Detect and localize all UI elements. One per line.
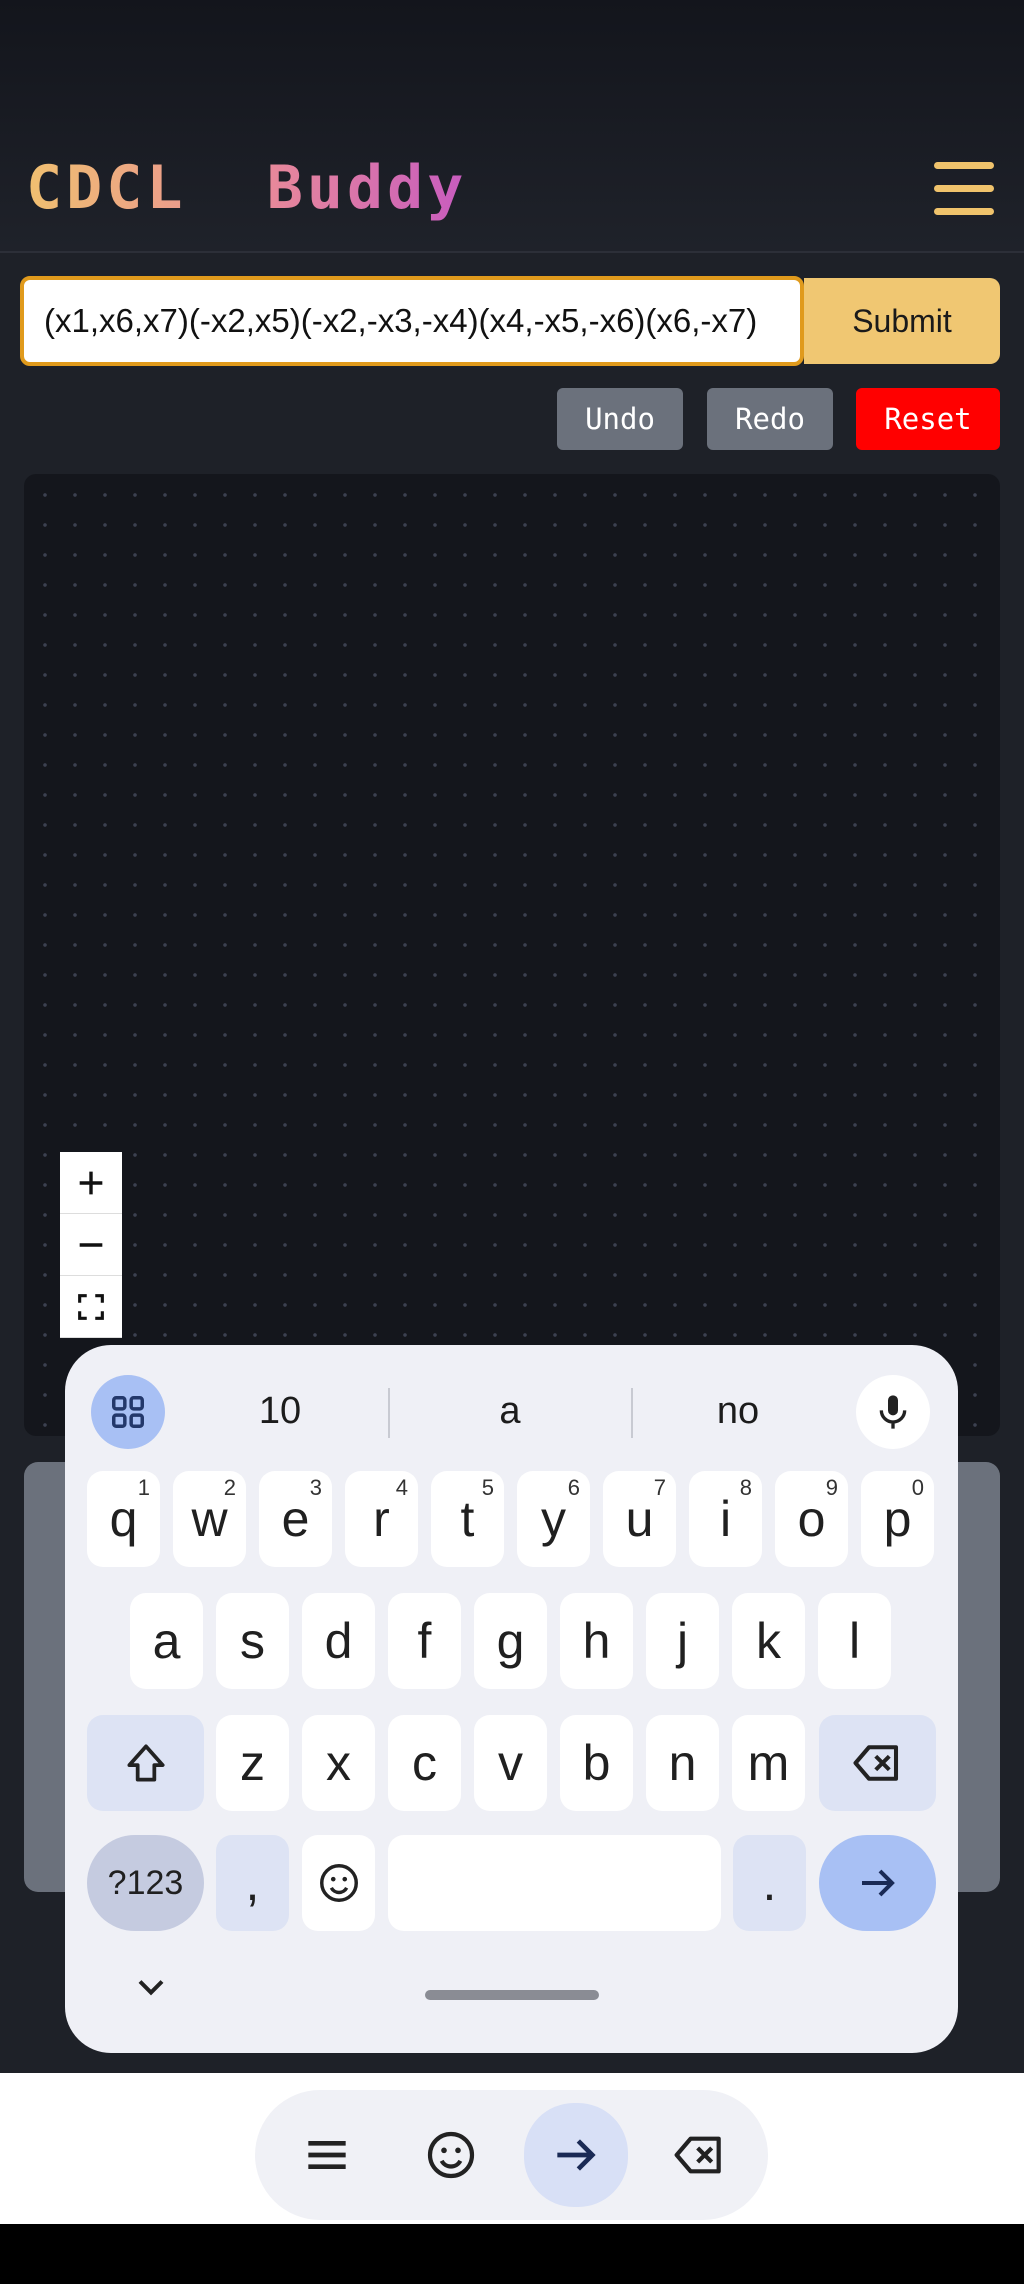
backspace-icon[interactable] bbox=[650, 2110, 750, 2200]
emoji-icon[interactable] bbox=[401, 2110, 501, 2200]
key-d[interactable]: d bbox=[302, 1593, 375, 1689]
key-g[interactable]: g bbox=[474, 1593, 547, 1689]
fullscreen-icon bbox=[78, 1293, 104, 1320]
arrow-right-icon bbox=[861, 1869, 895, 1897]
redo-button[interactable]: Redo bbox=[707, 388, 833, 450]
reset-button[interactable]: Reset bbox=[856, 388, 1000, 450]
key-q[interactable]: q1 bbox=[87, 1471, 160, 1567]
keyboard-drag-handle[interactable] bbox=[425, 1990, 599, 2000]
key-l[interactable]: l bbox=[818, 1593, 891, 1689]
emoji-icon bbox=[319, 1864, 358, 1902]
zoom-in-button[interactable] bbox=[60, 1152, 122, 1214]
key-v[interactable]: v bbox=[474, 1715, 547, 1811]
key-k[interactable]: k bbox=[732, 1593, 805, 1689]
formula-input[interactable] bbox=[20, 276, 804, 366]
key-u[interactable]: u7 bbox=[603, 1471, 676, 1567]
backspace-key[interactable] bbox=[819, 1715, 936, 1811]
menu-lines-icon[interactable] bbox=[277, 2110, 377, 2200]
app-header: CDCL Buddy bbox=[0, 0, 1024, 253]
key-s[interactable]: s bbox=[216, 1593, 289, 1689]
comma-key[interactable]: , bbox=[216, 1835, 289, 1931]
plus-icon bbox=[79, 1171, 103, 1194]
key-o[interactable]: o9 bbox=[775, 1471, 848, 1567]
suggestion-2[interactable]: a bbox=[435, 1381, 585, 1441]
key-x[interactable]: x bbox=[302, 1715, 375, 1811]
suggestion-strip: 10 a no bbox=[65, 1345, 958, 1475]
backspace-icon bbox=[852, 1745, 898, 1781]
symbols-key[interactable]: ?123 bbox=[87, 1835, 204, 1931]
shift-key[interactable] bbox=[87, 1715, 204, 1811]
zoom-out-button[interactable] bbox=[60, 1214, 122, 1276]
period-key[interactable]: . bbox=[733, 1835, 806, 1931]
key-i[interactable]: i8 bbox=[689, 1471, 762, 1567]
arrow-right-icon[interactable] bbox=[524, 2103, 628, 2207]
on-screen-keyboard: 10 a no q1w2e3r4t5y6u7i8o9p0 asdfghjkl z… bbox=[65, 1345, 958, 2053]
key-j[interactable]: j bbox=[646, 1593, 719, 1689]
key-n[interactable]: n bbox=[646, 1715, 719, 1811]
key-f[interactable]: f bbox=[388, 1593, 461, 1689]
shift-icon bbox=[126, 1744, 165, 1782]
suggestion-1[interactable]: 10 bbox=[205, 1381, 355, 1441]
menu-icon[interactable] bbox=[930, 160, 998, 218]
key-w[interactable]: w2 bbox=[173, 1471, 246, 1567]
enter-key[interactable] bbox=[819, 1835, 936, 1931]
key-a[interactable]: a bbox=[130, 1593, 203, 1689]
app-logo: CDCL Buddy bbox=[26, 150, 467, 226]
key-b[interactable]: b bbox=[560, 1715, 633, 1811]
minus-icon bbox=[79, 1242, 103, 1247]
graph-canvas[interactable] bbox=[24, 474, 1000, 1436]
key-t[interactable]: t5 bbox=[431, 1471, 504, 1567]
suggestion-3[interactable]: no bbox=[663, 1381, 813, 1441]
divider bbox=[388, 1388, 390, 1438]
space-key[interactable] bbox=[388, 1835, 721, 1931]
fit-view-button[interactable] bbox=[60, 1276, 122, 1338]
emoji-key[interactable] bbox=[302, 1835, 375, 1931]
undo-button[interactable]: Undo bbox=[557, 388, 683, 450]
key-m[interactable]: m bbox=[732, 1715, 805, 1811]
divider bbox=[631, 1388, 633, 1438]
microphone-icon[interactable] bbox=[856, 1375, 930, 1449]
submit-button[interactable]: Submit bbox=[804, 278, 1000, 364]
key-y[interactable]: y6 bbox=[517, 1471, 590, 1567]
system-nav-bar bbox=[0, 2224, 1024, 2284]
key-e[interactable]: e3 bbox=[259, 1471, 332, 1567]
key-h[interactable]: h bbox=[560, 1593, 633, 1689]
key-p[interactable]: p0 bbox=[861, 1471, 934, 1567]
apps-grid-icon[interactable] bbox=[91, 1375, 165, 1449]
key-r[interactable]: r4 bbox=[345, 1471, 418, 1567]
chevron-down-icon[interactable] bbox=[129, 1965, 173, 2009]
key-c[interactable]: c bbox=[388, 1715, 461, 1811]
key-z[interactable]: z bbox=[216, 1715, 289, 1811]
